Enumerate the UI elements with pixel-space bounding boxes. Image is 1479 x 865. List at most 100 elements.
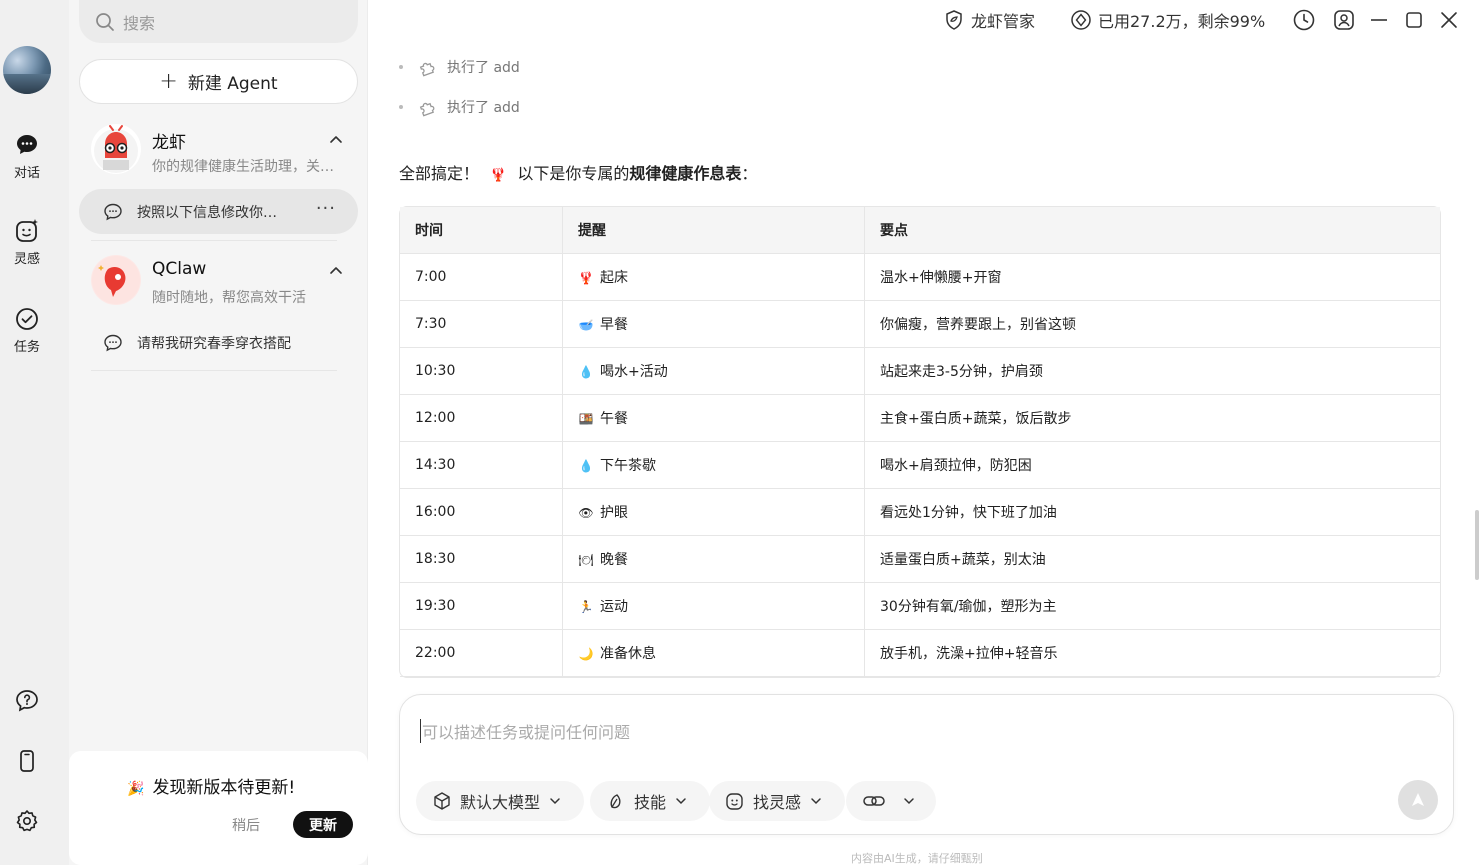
- agent-qclaw[interactable]: QClaw 随时随地，帮您高效干活: [79, 255, 358, 315]
- chat-title: 按照以下信息修改你…: [137, 204, 277, 221]
- skill-selector[interactable]: 技能: [590, 781, 711, 821]
- plate-icon: 🍽: [578, 553, 594, 567]
- agent-lobster[interactable]: 龙虾 你的规律健康生活助理，关…: [79, 124, 358, 184]
- puzzle-icon: [419, 102, 435, 117]
- point-cell: 你偏瘦，营养要跟上，别省这顿: [865, 301, 1440, 348]
- send-arrow-icon: [1412, 793, 1424, 806]
- manager-button[interactable]: 龙虾管家: [943, 8, 1035, 32]
- intro-prefix: 全部搞定！: [399, 164, 480, 183]
- search-input[interactable]: 搜索: [79, 0, 358, 43]
- history-icon[interactable]: [1292, 8, 1316, 32]
- update-button[interactable]: 更新: [293, 811, 353, 838]
- skill-label: 技能: [634, 793, 667, 812]
- smile-spark-icon: [726, 793, 743, 810]
- more-icon[interactable]: ···: [316, 198, 336, 219]
- remind-cell: 👁 护眼: [563, 489, 865, 536]
- help-icon[interactable]: [14, 688, 40, 714]
- rail-item-chat[interactable]: 对话: [0, 132, 54, 181]
- minimize-icon[interactable]: [1367, 8, 1391, 32]
- rail-item-inspire[interactable]: 灵感: [0, 218, 54, 267]
- close-icon[interactable]: [1437, 8, 1461, 32]
- intro-bold: 规律健康作息表: [629, 164, 742, 183]
- chat-item[interactable]: 请帮我研究春季穿衣搭配: [79, 320, 358, 365]
- point-cell: 温水+伸懒腰+开窗: [865, 254, 1440, 301]
- chat-bubble-icon: [17, 135, 37, 154]
- table-row: 12:00 🍱 午餐 主食+蛋白质+蔬菜，饭后散步: [400, 395, 1440, 442]
- model-selector[interactable]: 默认大模型: [416, 781, 585, 821]
- point-cell: 主食+蛋白质+蔬菜，饭后散步: [865, 395, 1440, 442]
- point-cell: 喝水+肩颈拉伸，防犯困: [865, 442, 1440, 489]
- time-cell: 18:30: [400, 536, 563, 583]
- table-row: 10:30 💧 喝水+活动 站起来走3-5分钟，护肩颈: [400, 348, 1440, 395]
- later-button[interactable]: 稍后: [232, 815, 260, 835]
- divider: [91, 370, 337, 371]
- maximize-icon[interactable]: [1402, 8, 1426, 32]
- inspire-label: 找灵感: [753, 793, 802, 812]
- new-agent-label: 新建 Agent: [187, 74, 278, 94]
- new-agent-button[interactable]: + 新建 Agent: [79, 59, 358, 104]
- table-row: 14:30 💧 下午茶歇 喝水+肩颈拉伸，防犯困: [400, 442, 1440, 489]
- phone-icon[interactable]: [14, 748, 40, 774]
- chevron-down-icon: [676, 798, 686, 805]
- chat-item-active[interactable]: 按照以下信息修改你… ···: [79, 189, 358, 234]
- intro-suffix: ：: [741, 164, 758, 183]
- moon-icon: 🌙: [578, 647, 594, 661]
- point-cell: 站起来走3-5分钟，护肩颈: [865, 348, 1440, 395]
- send-button[interactable]: [1398, 780, 1438, 820]
- chat-bubble-icon: [104, 334, 122, 351]
- tool-step[interactable]: 执行了 add: [399, 57, 520, 77]
- step-dot: [399, 105, 403, 109]
- composer: 可以描述任务或提问任何问题 默认大模型 技能 找灵感: [399, 694, 1454, 835]
- remind-cell: 💧 喝水+活动: [563, 348, 865, 395]
- time-cell: 16:00: [400, 489, 563, 536]
- remind-label: 护眼: [600, 505, 628, 521]
- table-row: 7:30 🥣 早餐 你偏瘦，营养要跟上，别省这顿: [400, 301, 1440, 348]
- ai-disclaimer: 内容由AI生成，请仔细甄别: [851, 852, 983, 865]
- settings-icon[interactable]: [14, 808, 40, 834]
- inspire-selector[interactable]: 找灵感: [709, 781, 846, 821]
- chat-bubble-icon: [104, 203, 122, 220]
- remind-label: 下午茶歇: [600, 458, 656, 474]
- user-avatar[interactable]: [3, 46, 51, 94]
- chevron-up-icon[interactable]: [328, 132, 344, 148]
- link-selector[interactable]: [846, 781, 936, 821]
- step-dot: [399, 65, 403, 69]
- bento-icon: 🍱: [578, 412, 594, 426]
- agent-name: QClaw: [152, 259, 207, 279]
- table-row: 22:00 🌙 准备休息 放手机，洗澡+拉伸+轻音乐: [400, 630, 1440, 677]
- time-cell: 7:00: [400, 254, 563, 301]
- message-input[interactable]: 可以描述任务或提问任何问题: [420, 719, 630, 743]
- rail-item-task[interactable]: 任务: [0, 306, 54, 355]
- scrollbar-thumb[interactable]: [1475, 510, 1479, 580]
- table-row: 16:00 👁 护眼 看远处1分钟，快下班了加油: [400, 489, 1440, 536]
- droplet-icon: 💧: [578, 459, 594, 473]
- plus-icon: +: [159, 69, 178, 94]
- point-cell: 看远处1分钟，快下班了加油: [865, 489, 1440, 536]
- remind-cell: 💧 下午茶歇: [563, 442, 865, 489]
- table-row: 19:30 🏃 运动 30分钟有氧/瑜伽，塑形为主: [400, 583, 1440, 630]
- manager-label: 龙虾管家: [971, 12, 1036, 31]
- time-cell: 10:30: [400, 348, 563, 395]
- chat-content: 执行了 add 执行了 add 全部搞定！ 🦞 以下是你专属的规律健康作息表： …: [369, 40, 1479, 680]
- party-icon: 🎉: [127, 781, 145, 797]
- eye-icon: 👁: [578, 506, 594, 520]
- usage-indicator[interactable]: 已用27.2万，剩余99%: [1070, 8, 1265, 32]
- table-row: 18:30 🍽 晚餐 适量蛋白质+蔬菜，别太油: [400, 536, 1440, 583]
- droplet-icon: 💧: [578, 365, 594, 379]
- rail-label-inspire: 灵感: [13, 252, 40, 267]
- remind-cell: 🥣 早餐: [563, 301, 865, 348]
- agent-desc: 随时随地，帮您高效干活: [152, 290, 306, 306]
- update-title: 🎉 发现新版本待更新!: [127, 773, 295, 798]
- remind-label: 晚餐: [600, 552, 628, 568]
- qclaw-avatar: [91, 255, 141, 305]
- reply-intro: 全部搞定！ 🦞 以下是你专属的规律健康作息表：: [399, 160, 757, 184]
- remind-label: 起床: [600, 270, 628, 286]
- profile-icon[interactable]: [1332, 8, 1356, 32]
- point-cell: 适量蛋白质+蔬菜，别太油: [865, 536, 1440, 583]
- update-card: 🎉 发现新版本待更新! 稍后 更新: [69, 751, 368, 865]
- remind-cell: 🍱 午餐: [563, 395, 865, 442]
- usage-label: 已用27.2万，剩余99%: [1098, 12, 1266, 31]
- tool-step[interactable]: 执行了 add: [399, 97, 520, 117]
- chevron-up-icon[interactable]: [328, 263, 344, 279]
- chat-title: 请帮我研究春季穿衣搭配: [137, 335, 291, 352]
